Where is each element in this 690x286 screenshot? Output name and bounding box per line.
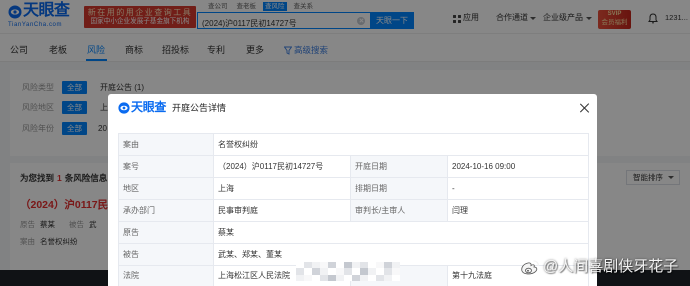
mosaic-block	[368, 274, 376, 281]
weibo-icon	[521, 260, 539, 275]
detail-value: （2024）沪0117民初14727号	[213, 155, 351, 178]
detail-label: 承办部门	[118, 199, 214, 222]
close-icon[interactable]	[580, 103, 590, 113]
modal-logo-text: 天眼查	[131, 100, 167, 114]
modal-title: 开庭公告详情	[172, 103, 227, 113]
mosaic-block	[384, 274, 392, 281]
mosaic-block	[328, 274, 336, 281]
redaction-mosaic	[296, 262, 400, 281]
detail-value: 闫理	[447, 199, 589, 222]
mosaic-block	[336, 274, 344, 281]
detail-label: 案号	[118, 155, 214, 178]
detail-value: 民事审判庭	[213, 199, 351, 222]
watermark-text: @人间喜剧侠牙花子	[543, 258, 679, 275]
detail-row-region: 地区 上海 排期日期 -	[118, 177, 589, 200]
detail-row-plaintiff: 原告 蔡某	[118, 221, 589, 244]
mosaic-block	[304, 274, 312, 281]
mosaic-block	[392, 274, 400, 281]
page: 天眼查 TianYanCha.com 新在用的用企业查询工具 国家中小企业发展子…	[0, 0, 690, 286]
mosaic-block	[312, 274, 320, 281]
detail-label: 开庭日期	[350, 155, 448, 178]
detail-label: 审判长/主审人	[350, 199, 448, 222]
detail-label: 原告	[118, 221, 214, 244]
detail-label: 法院	[118, 265, 214, 286]
mosaic-block	[352, 274, 360, 281]
detail-value: 2024-10-16 09:00	[447, 155, 589, 178]
tianyancha-logo-icon	[118, 102, 130, 114]
detail-row-cause: 案由 名誉权纠纷	[118, 133, 589, 156]
detail-label: 被告	[118, 243, 214, 266]
detail-label: 排期日期	[350, 177, 448, 200]
mosaic-block	[344, 274, 352, 281]
detail-value: 上海	[213, 177, 351, 200]
detail-row-case-number: 案号 （2024）沪0117民初14727号 开庭日期 2024-10-16 0…	[118, 155, 589, 178]
detail-value: -	[447, 177, 589, 200]
mosaic-block	[296, 274, 304, 281]
detail-value[interactable]: 蔡某	[213, 221, 589, 244]
detail-row-department: 承办部门 民事审判庭 审判长/主审人 闫理	[118, 199, 589, 222]
mosaic-block	[320, 274, 328, 281]
mosaic-block	[360, 274, 368, 281]
mosaic-block	[376, 274, 384, 281]
detail-value: 名誉权纠纷	[213, 133, 589, 156]
hearing-notice-detail-modal: 天眼查 开庭公告详情 案由 名誉权纠纷 案号 （2024）沪0117民初1472…	[108, 94, 597, 286]
detail-label: 地区	[118, 177, 214, 200]
detail-label: 案由	[118, 133, 214, 156]
